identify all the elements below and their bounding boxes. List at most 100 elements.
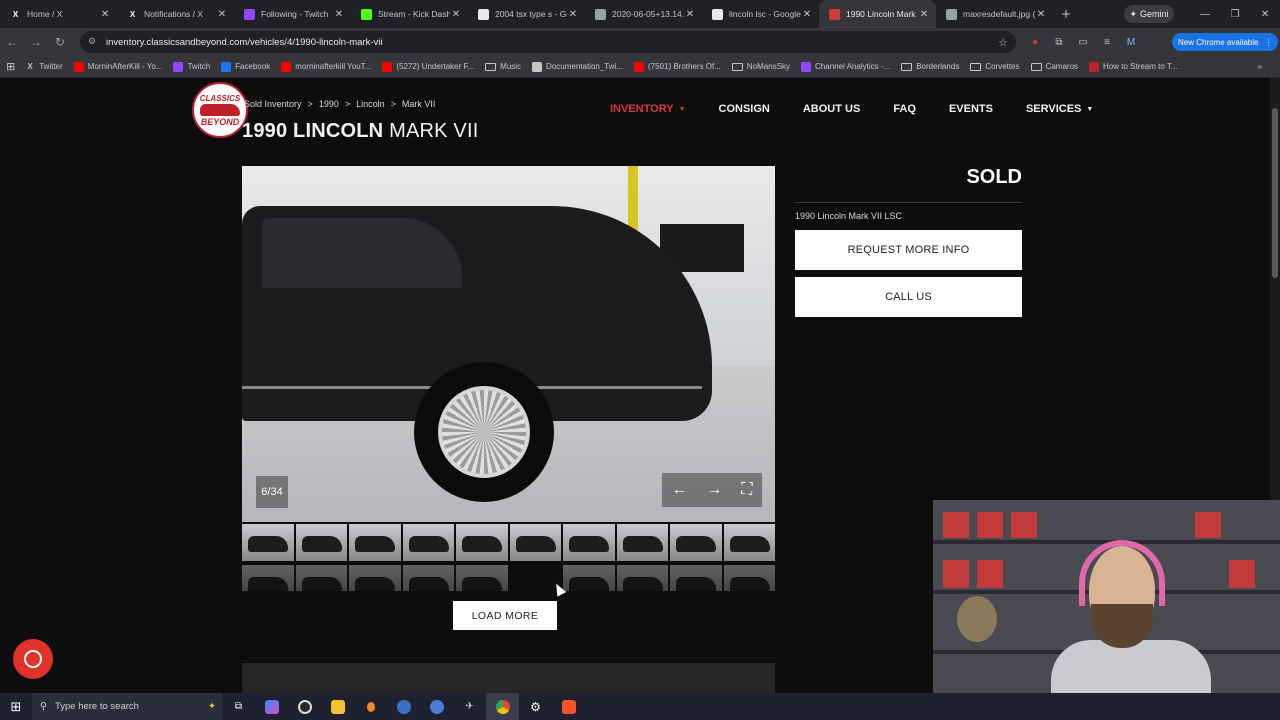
bookmark-item[interactable]: How to Stream to T...	[1089, 61, 1178, 72]
bookmark-item[interactable]: Channel Analytics -...	[801, 61, 890, 72]
bookmark-item[interactable]: Documentation_Twi...	[532, 61, 623, 72]
browser-tab[interactable]: maxresdefault.jpg (✕	[936, 0, 1053, 28]
gallery-thumbnail[interactable]	[402, 524, 454, 561]
prev-arrow-icon[interactable]: ←	[671, 481, 687, 499]
bookmark-item[interactable]: Music	[485, 62, 521, 71]
brave-icon[interactable]	[552, 693, 585, 720]
chat-widget-button[interactable]	[13, 639, 53, 679]
breadcrumb-link[interactable]: Mark VII	[402, 99, 436, 109]
new-tab-icon[interactable]: +	[1053, 6, 1079, 23]
puzzle-icon[interactable]: ⧉	[1050, 37, 1068, 48]
nav-item[interactable]: ABOUT US	[803, 103, 860, 115]
nav-item[interactable]: INVENTORY ▼	[610, 103, 686, 115]
bookmark-item[interactable]: NoMansSky	[731, 62, 790, 71]
gallery-thumbnail[interactable]	[349, 565, 401, 591]
more-bookmarks-icon[interactable]: »	[1258, 62, 1262, 71]
vehicle-photo-gallery[interactable]: 6/34 ← → ⛶	[242, 166, 775, 522]
restore-icon[interactable]: ❐	[1220, 9, 1250, 20]
browser-tab[interactable]: X Notifications / X ✕	[117, 0, 234, 28]
tab-close-icon[interactable]: ✕	[216, 9, 228, 20]
windows-start-icon[interactable]: ⊞	[0, 699, 32, 715]
close-window-icon[interactable]: ✕	[1250, 9, 1280, 20]
gallery-thumbnail[interactable]	[456, 565, 508, 591]
extension-red-icon[interactable]: ●	[1026, 37, 1044, 48]
tab-close-icon[interactable]: ✕	[801, 9, 813, 20]
gemini-button[interactable]: ✦ Gemini	[1124, 5, 1174, 23]
browser-tab[interactable]: Stream - Kick Dash ✕	[351, 0, 468, 28]
gallery-thumbnail[interactable]	[670, 565, 722, 591]
site-logo[interactable]: CLASSICS BEYOND	[192, 82, 248, 138]
apps-grid-icon[interactable]: ⊞	[6, 60, 15, 73]
app-blue-icon[interactable]	[420, 693, 453, 720]
minimize-icon[interactable]: —	[1190, 9, 1220, 20]
load-more-button[interactable]: LOAD MORE	[453, 601, 557, 630]
bookmark-item[interactable]: MorninAfterKill - Yo...	[73, 61, 162, 72]
breadcrumb-link[interactable]: Sold Inventory	[244, 99, 302, 109]
gallery-thumbnail[interactable]	[563, 524, 615, 561]
gallery-thumbnail[interactable]	[723, 565, 775, 591]
browser-tab[interactable]: 1990 Lincoln Mark V ✕	[819, 0, 936, 28]
reload-icon[interactable]: ↻	[48, 35, 72, 49]
nav-item[interactable]: FAQ	[893, 103, 916, 115]
taskbar-search[interactable]: ⚲ Type here to search ✦	[32, 693, 222, 720]
browser-tab[interactable]: X Home / X ✕	[0, 0, 117, 28]
obs-icon[interactable]	[288, 693, 321, 720]
settings-icon[interactable]: ⚙	[519, 693, 552, 720]
tab-close-icon[interactable]: ✕	[567, 9, 579, 20]
fullscreen-icon[interactable]: ⛶	[741, 481, 752, 499]
reading-list-icon[interactable]: ≡	[1098, 37, 1116, 48]
address-bar[interactable]: ⚙ inventory.classicsandbeyond.com/vehicl…	[80, 31, 1016, 53]
tab-close-icon[interactable]: ✕	[918, 9, 930, 20]
bookmark-item[interactable]: Facebook	[221, 61, 270, 72]
request-more-info-button[interactable]: REQUEST MORE INFO	[795, 230, 1022, 270]
app-icon[interactable]	[354, 693, 387, 720]
next-arrow-icon[interactable]: →	[706, 481, 722, 499]
site-info-icon[interactable]: ⚙	[88, 36, 100, 48]
gallery-thumbnail[interactable]	[456, 524, 508, 561]
gallery-thumbnail[interactable]	[295, 565, 347, 591]
bookmark-star-icon[interactable]: ☆	[998, 36, 1008, 49]
tab-close-icon[interactable]: ✕	[333, 9, 345, 20]
steam-icon[interactable]	[387, 693, 420, 720]
gallery-thumbnail[interactable]	[670, 524, 722, 561]
task-view-icon[interactable]: ⧉	[222, 693, 255, 720]
gallery-thumbnail[interactable]	[402, 565, 454, 591]
gallery-thumbnail[interactable]	[509, 524, 561, 561]
gallery-thumbnail[interactable]	[349, 524, 401, 561]
bookmark-item[interactable]: (5272) Undertaker F...	[382, 61, 474, 72]
browser-tab[interactable]: 2020-06-05+13.14.4 ✕	[585, 0, 702, 28]
nav-item[interactable]: EVENTS	[949, 103, 993, 115]
bookmark-item[interactable]: Camaros	[1030, 62, 1078, 71]
browser-tab[interactable]: 2004 tsx type s - Go ✕	[468, 0, 585, 28]
bookmark-item[interactable]: (7501) Brothers Of...	[633, 61, 721, 72]
bookmark-item[interactable]: Twitch	[173, 61, 210, 72]
nav-item[interactable]: CONSIGN	[719, 103, 770, 115]
browser-tab[interactable]: lincoln lsc - Google ✕	[702, 0, 819, 28]
gallery-thumbnail[interactable]	[563, 565, 615, 591]
new-chrome-available-button[interactable]: New Chrome available ⋮	[1172, 33, 1279, 51]
breadcrumb-link[interactable]: Lincoln	[356, 99, 385, 109]
chrome-icon[interactable]	[486, 693, 519, 720]
profile-avatar-icon[interactable]: M	[1122, 37, 1140, 48]
tab-search-icon[interactable]: ▭	[1074, 37, 1092, 48]
gallery-thumbnail[interactable]	[616, 565, 668, 591]
bookmark-item[interactable]: morninafterkill YouT...	[281, 61, 371, 72]
nav-item[interactable]: SERVICES ▼	[1026, 103, 1093, 115]
tab-close-icon[interactable]: ✕	[1035, 9, 1047, 20]
app-dark-icon[interactable]: ✈	[453, 693, 486, 720]
tab-close-icon[interactable]: ✕	[450, 9, 462, 20]
browser-tab[interactable]: Following - Twitch ✕	[234, 0, 351, 28]
gallery-thumbnail[interactable]	[616, 524, 668, 561]
gallery-thumbnail[interactable]	[242, 565, 294, 591]
tab-close-icon[interactable]: ✕	[684, 9, 696, 20]
bookmark-item[interactable]: Corvettes	[970, 62, 1020, 71]
scrollbar-thumb[interactable]	[1272, 108, 1278, 278]
bookmark-item[interactable]: X Twitter	[25, 62, 63, 72]
forward-arrow-icon[interactable]: →	[24, 35, 48, 49]
back-arrow-icon[interactable]: ←	[0, 35, 24, 49]
tab-close-icon[interactable]: ✕	[99, 9, 111, 20]
gallery-thumbnail[interactable]	[723, 524, 775, 561]
breadcrumb-link[interactable]: 1990	[319, 99, 339, 109]
bookmark-item[interactable]: Borderlands	[901, 62, 959, 71]
gallery-thumbnail[interactable]	[242, 524, 294, 561]
